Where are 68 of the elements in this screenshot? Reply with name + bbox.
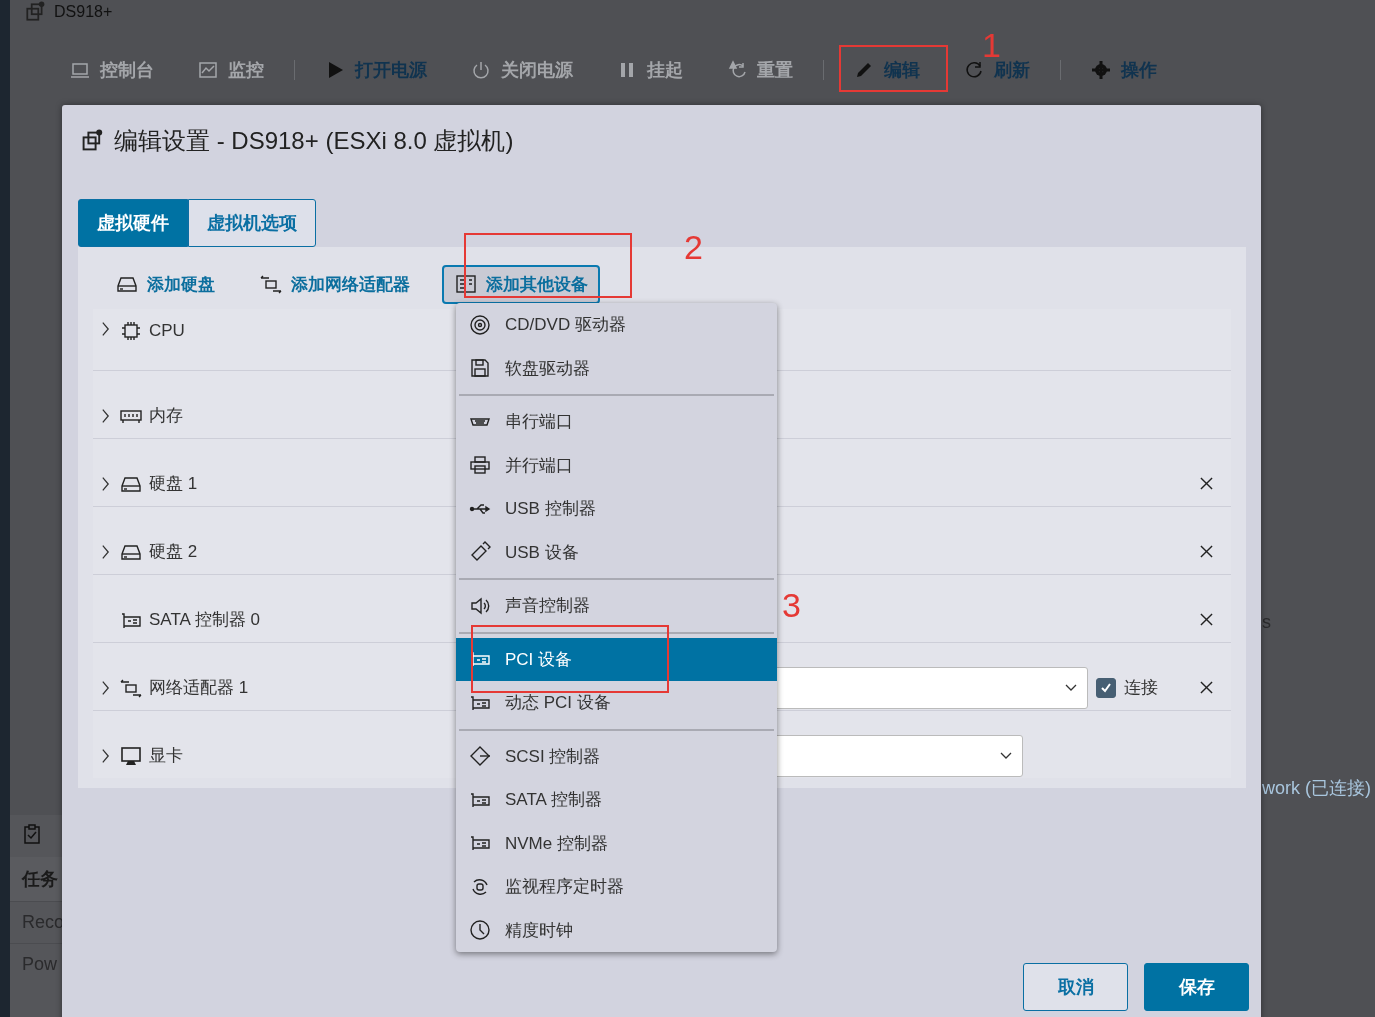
menu-item[interactable]: 并行端口	[456, 443, 777, 487]
clipboard-icon	[22, 823, 42, 845]
floppy-icon	[469, 357, 491, 380]
close-icon[interactable]	[1200, 477, 1213, 490]
save-button[interactable]: 保存	[1144, 963, 1249, 1011]
menu-item[interactable]: USB 控制器	[456, 487, 777, 531]
menu-item[interactable]: 动态 PCI 设备	[456, 681, 777, 725]
chevron-icon[interactable]	[100, 321, 110, 337]
app-title: DS918+	[54, 3, 113, 21]
refresh-icon	[964, 60, 984, 80]
checkbox-label: 连接	[1124, 677, 1159, 699]
chevron-icon[interactable]	[100, 543, 110, 560]
device-label: 硬盘 2	[149, 541, 198, 563]
chevron-icon[interactable]	[100, 407, 110, 424]
link-text: work (已连接)	[1262, 777, 1372, 800]
cancel-button[interactable]: 取消	[1023, 963, 1128, 1011]
close-icon[interactable]	[1200, 545, 1213, 558]
menu-item[interactable]: USB 设备	[456, 530, 777, 574]
add-button[interactable]: 添加其他设备	[442, 264, 600, 304]
pencil-icon	[854, 60, 874, 80]
checkmark-icon	[1100, 681, 1113, 694]
table-header: 任务	[10, 857, 62, 901]
device-label: CPU	[149, 321, 185, 341]
menu-item[interactable]: 监视程序定时器	[456, 865, 777, 909]
printer-icon	[469, 454, 491, 477]
menu-item[interactable]: 声音控制器	[456, 584, 777, 628]
network-icon	[259, 274, 283, 294]
add-button[interactable]: 添加网络适配器	[247, 264, 422, 304]
step-number: 2	[684, 230, 703, 264]
close-icon[interactable]	[1200, 613, 1213, 626]
power-icon	[471, 60, 491, 80]
menu-item[interactable]: PCI 设备	[456, 637, 777, 681]
menu-item[interactable]: SCSI 控制器	[456, 734, 777, 778]
diamond-icon	[469, 745, 491, 768]
caret-icon	[1065, 683, 1078, 692]
chevron-icon[interactable]	[100, 747, 110, 764]
menu-item[interactable]: SATA 控制器	[456, 778, 777, 822]
checkbox[interactable]	[1096, 677, 1117, 698]
monitor-icon	[119, 745, 143, 766]
step-number: 3	[782, 588, 801, 622]
menu-item[interactable]: 软盘驱动器	[456, 346, 777, 390]
device-label: 硬盘 1	[149, 473, 198, 495]
device-label: 网络适配器 1	[149, 677, 249, 699]
dialog-title: 编辑设置 - DS918+ (ESXi 8.0 虚拟机)	[114, 126, 514, 156]
tab[interactable]: 虚拟机选项	[188, 199, 316, 247]
menu-item[interactable]: 串行端口	[456, 400, 777, 444]
device-label: SATA 控制器 0	[149, 609, 260, 631]
network-icon	[119, 677, 143, 698]
menu-item[interactable]: NVMe 控制器	[456, 821, 777, 865]
add-button[interactable]: 添加硬盘	[103, 264, 227, 304]
list-icon	[454, 274, 478, 294]
reset-icon	[727, 60, 747, 80]
vm-icon	[24, 1, 46, 23]
device-label: 内存	[149, 405, 183, 427]
clock-icon	[469, 919, 491, 942]
menu-item[interactable]: 精度时钟	[456, 908, 777, 952]
close-icon[interactable]	[1200, 681, 1213, 694]
chart-icon	[198, 60, 218, 80]
menu-item[interactable]: CD/DVD 驱动器	[456, 303, 777, 347]
chevron-icon[interactable]	[100, 475, 110, 492]
chevron-icon[interactable]	[100, 679, 110, 696]
device-label: 显卡	[149, 745, 183, 767]
caret-icon	[1000, 751, 1012, 760]
chip-icon	[119, 321, 143, 341]
disc-icon	[469, 313, 491, 336]
laptop-icon	[70, 60, 90, 80]
vm-icon	[80, 129, 104, 153]
tab[interactable]: 虚拟硬件	[78, 199, 188, 247]
